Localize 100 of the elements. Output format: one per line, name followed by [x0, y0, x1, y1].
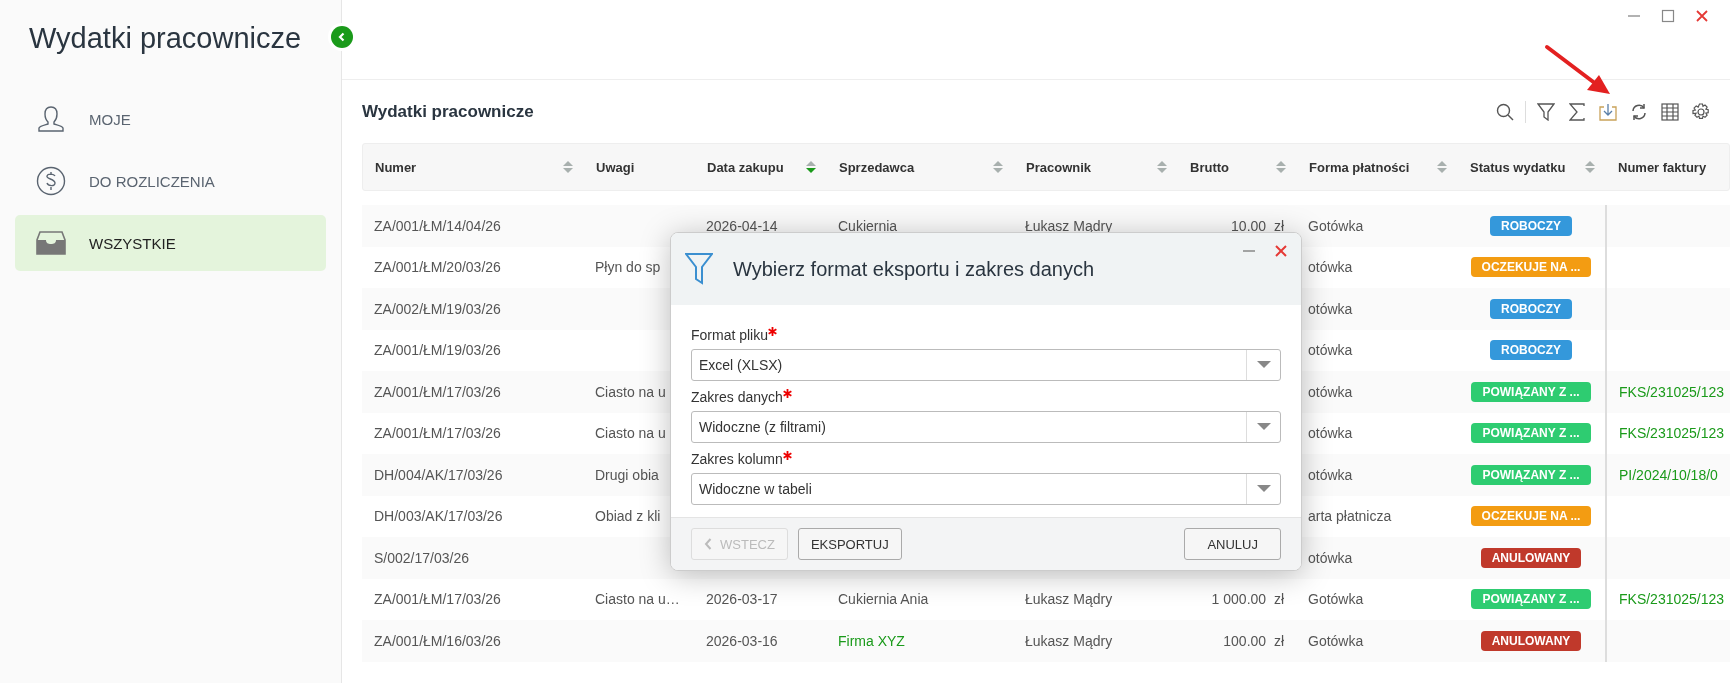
filter-icon[interactable]	[1535, 100, 1557, 123]
sidebar-item[interactable]: MOJE	[15, 91, 326, 147]
column-header[interactable]: Status wydatku	[1458, 159, 1606, 175]
invoice-link[interactable]: PI/2024/10/18/0	[1619, 466, 1718, 483]
table-cell: Gotówka	[1308, 217, 1364, 234]
column-header[interactable]: Numer faktury	[1606, 159, 1730, 175]
column-label: Brutto	[1190, 159, 1229, 175]
table-cell: Łukasz Mądry	[1025, 217, 1113, 234]
sort-icon[interactable]	[1436, 160, 1448, 174]
chevron-left-icon	[337, 32, 347, 42]
sort-icon[interactable]	[562, 160, 574, 174]
table-cell: Obiad z kli	[595, 508, 661, 525]
column-label: Numer	[375, 159, 417, 175]
minimize-icon	[1243, 250, 1255, 252]
section-title: Wydatki pracownicze	[362, 101, 534, 122]
caret-icon	[1256, 423, 1271, 431]
table-cell: DH/004/AK/17/03/26	[374, 466, 503, 483]
sort-icon[interactable]	[1275, 160, 1287, 174]
table-cell: arta płatnicza	[1308, 508, 1392, 525]
sidebar-item[interactable]: WSZYSTKIE	[15, 215, 326, 271]
sort-icon[interactable]	[805, 160, 817, 174]
status-badge: ANULOWANY	[1480, 630, 1582, 651]
table-cell: Drugi obia	[595, 466, 659, 483]
table-cell: 2026-04-14	[706, 217, 778, 234]
sort-icon[interactable]	[1156, 160, 1168, 174]
column-header[interactable]: Data zakupu	[695, 159, 827, 175]
table-cell: 2026-03-17	[706, 591, 778, 608]
sort-icon[interactable]	[1584, 160, 1596, 174]
table-cell: otówka	[1308, 425, 1353, 442]
sum-icon[interactable]	[1566, 100, 1588, 123]
table-cell: ZA/001/ŁM/17/03/26	[374, 591, 501, 608]
column-label: Uwagi	[596, 159, 635, 175]
table-cell: 100.00 zł	[1223, 632, 1284, 649]
collapse-button[interactable]	[331, 26, 353, 48]
person-icon	[37, 105, 65, 133]
column-header[interactable]: Uwagi	[584, 159, 695, 175]
table-cell: S/002/17/03/26	[374, 549, 469, 566]
table-cell: Płyn do sp	[595, 259, 661, 276]
status-badge: ROBOCZY	[1490, 298, 1572, 319]
table-cell: Łukasz Mądry	[1025, 632, 1113, 649]
sidebar-item[interactable]: DO ROZLICZENIA	[15, 153, 326, 209]
table-cell: ZA/001/ŁM/14/04/26	[374, 217, 501, 234]
status-badge: POWIĄZANY Z ...	[1471, 381, 1591, 402]
table-cell: Ciasto na u…	[595, 591, 680, 608]
table-cell: otówka	[1308, 466, 1353, 483]
column-header[interactable]: Pracownik	[1014, 159, 1178, 175]
table-cell: otówka	[1308, 549, 1353, 566]
table-cell: Gotówka	[1308, 632, 1364, 649]
column-label: Sprzedawca	[839, 159, 915, 175]
chevron-left-icon	[704, 538, 712, 550]
column-label: Forma płatności	[1309, 159, 1410, 175]
vendor-link[interactable]: Firma XYZ	[838, 632, 905, 649]
status-badge: POWIĄZANY Z ...	[1471, 423, 1591, 444]
column-header[interactable]: Numer	[363, 159, 584, 175]
format-dropdown[interactable]: Widoczne w tabeli	[691, 473, 1281, 505]
invoice-link[interactable]: FKS/231025/123	[1619, 591, 1725, 608]
table-cell: otówka	[1308, 300, 1353, 317]
dialog-title: Wybierz format eksportu i zakres danych	[733, 257, 1095, 281]
table-cell: ZA/002/ŁM/19/03/26	[374, 300, 501, 317]
column-label: Status wydatku	[1470, 159, 1566, 175]
field-label: Format pliku	[691, 327, 769, 343]
format-dropdown[interactable]: Widoczne (z filtrami)	[691, 411, 1281, 443]
table-cell: Ciasto na u	[595, 425, 666, 442]
table-cell: 10.00 zł	[1231, 217, 1284, 234]
field-label: Zakres danych	[691, 389, 783, 405]
status-badge: ROBOCZY	[1490, 340, 1572, 361]
tray-icon	[36, 231, 66, 255]
table-cell: Ciasto na u	[595, 383, 666, 400]
format-dropdown[interactable]: Excel (XLSX)	[691, 349, 1281, 381]
table-columns-icon[interactable]	[1659, 100, 1681, 123]
table-cell: ZA/001/ŁM/19/03/26	[374, 342, 501, 359]
invoice-link[interactable]: FKS/231025/123	[1619, 425, 1725, 442]
caret-icon	[1256, 361, 1271, 369]
table-cell: ZA/001/ŁM/20/03/26	[374, 259, 501, 276]
invoice-link[interactable]: FKS/231025/123	[1619, 383, 1725, 400]
status-badge: OCZEKUJE NA ...	[1470, 506, 1592, 527]
export-button[interactable]: EKSPORTUJ	[797, 528, 902, 560]
dollar-icon	[36, 166, 66, 196]
table-cell: otówka	[1308, 259, 1353, 276]
sort-icon[interactable]	[992, 160, 1004, 174]
table-cell: Łukasz Mądry	[1025, 591, 1113, 608]
table-cell: DH/003/AK/17/03/26	[374, 508, 503, 525]
status-badge: ROBOCZY	[1490, 215, 1572, 236]
cancel-button[interactable]: ANULUJ	[1184, 528, 1281, 560]
status-badge: POWIĄZANY Z ...	[1471, 589, 1591, 610]
column-header[interactable]: Forma płatności	[1297, 159, 1458, 175]
column-label: Numer faktury	[1618, 159, 1707, 175]
status-badge: POWIĄZANY Z ...	[1471, 464, 1591, 485]
field-label: Zakres kolumn	[691, 451, 783, 467]
column-header[interactable]: Sprzedawca	[827, 159, 1014, 175]
table-cell: otówka	[1308, 383, 1353, 400]
minimize-icon	[1628, 15, 1640, 17]
table-cell: 2026-03-16	[706, 632, 778, 649]
table-cell: ZA/001/ŁM/17/03/26	[374, 425, 501, 442]
table-cell: otówka	[1308, 342, 1353, 359]
column-header[interactable]: Brutto	[1178, 159, 1297, 175]
filter-icon	[685, 252, 713, 286]
table-cell: ZA/001/ŁM/16/03/26	[374, 632, 501, 649]
column-label: Data zakupu	[707, 159, 784, 175]
table-cell: 1 000.00 zł	[1211, 591, 1284, 608]
